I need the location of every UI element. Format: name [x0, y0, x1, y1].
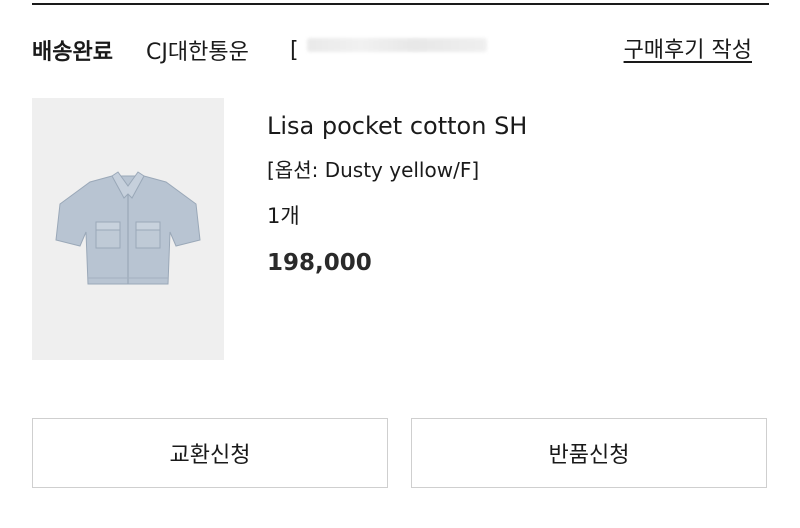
shirt-icon: [55, 171, 201, 285]
tracking-number-blurred: [306, 38, 487, 52]
product-quantity: 1개: [267, 204, 300, 228]
write-review-link[interactable]: 구매후기 작성: [624, 32, 752, 64]
product-option: [옵션: Dusty yellow/F]: [267, 158, 480, 182]
product-price: 198,000: [267, 250, 372, 276]
product-thumbnail[interactable]: [32, 98, 224, 360]
exchange-request-button[interactable]: 교환신청: [32, 418, 388, 488]
tracking-bracket: [: [290, 38, 299, 63]
tracking-number[interactable]: [: [290, 34, 490, 66]
product-name[interactable]: Lisa pocket cotton SH: [267, 112, 527, 140]
delivery-status: 배송완료: [32, 40, 113, 65]
carrier-name: CJ대한통운: [146, 40, 249, 65]
return-request-button[interactable]: 반품신청: [411, 418, 767, 488]
top-divider: [32, 3, 769, 5]
delivery-status-row: 배송완료 CJ대한통운 [ 구매후기 작성: [32, 30, 769, 70]
